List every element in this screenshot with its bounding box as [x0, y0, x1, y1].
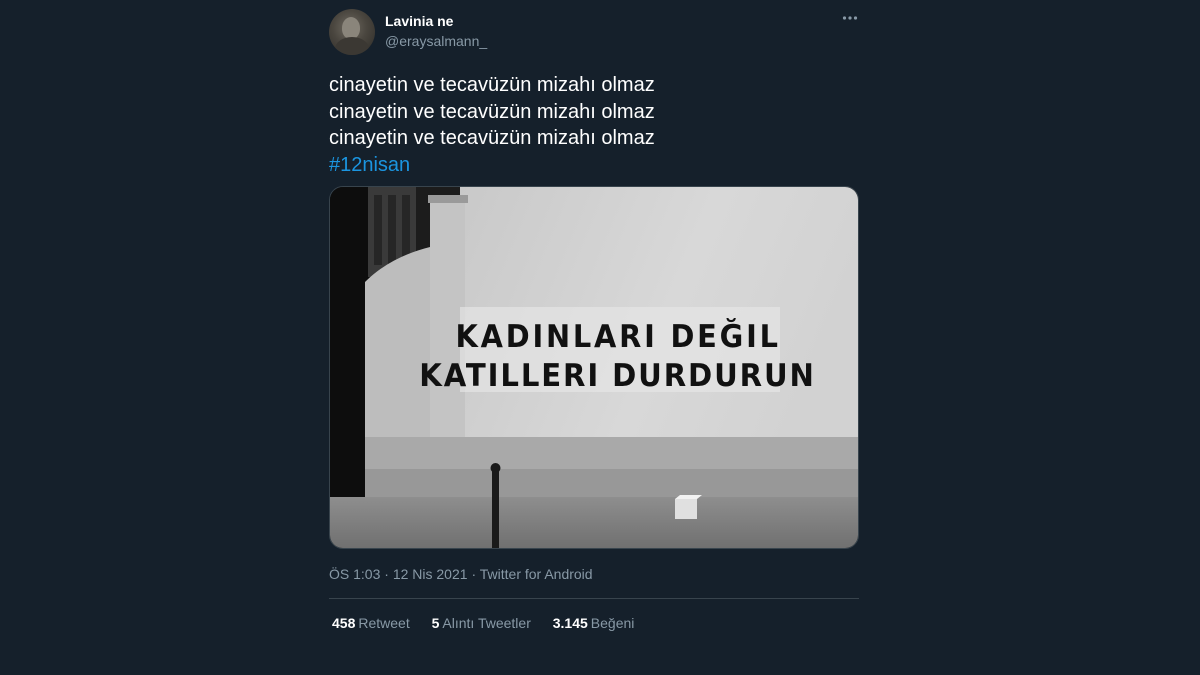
quotes-count: 5: [431, 615, 440, 631]
divider: [329, 598, 859, 599]
wall-graffiti-photo: KADINLARI DEĞIL KATILLERI DURDURUN: [330, 187, 858, 548]
tweet-line: cinayetin ve tecavüzün mizahı olmaz: [329, 127, 655, 149]
tweet-source[interactable]: Twitter for Android: [480, 566, 593, 582]
hashtag-link[interactable]: #12nisan: [329, 154, 410, 176]
meta-separator: ·: [471, 566, 477, 582]
user-handle[interactable]: @eraysalmann_: [385, 33, 487, 49]
likes-stat[interactable]: 3.145 Beğeni: [553, 615, 635, 631]
tweet-metadata: ÖS 1:03 · 12 Nis 2021 · Twitter for Andr…: [329, 566, 593, 582]
tweet-stats: 458 Retweet 5 Alıntı Tweetler 3.145 Beğeni: [332, 615, 652, 631]
wall-text-line2: KATILLERI DURDURUN: [419, 358, 815, 394]
tweet-text: cinayetin ve tecavüzün mizahı olmaz cina…: [329, 72, 859, 178]
wall-text-line1: KADINLARI DEĞIL: [456, 317, 781, 355]
avatar[interactable]: [329, 9, 375, 55]
retweets-count: 458: [332, 615, 356, 631]
quote-tweets-stat[interactable]: 5 Alıntı Tweetler: [432, 615, 531, 631]
avatar-head: [342, 17, 360, 39]
tweet-card: Lavinia ne @eraysalmann_ cinayetin ve te…: [329, 0, 859, 675]
retweets-label: Retweet: [358, 615, 410, 631]
tweet-line: cinayetin ve tecavüzün mizahı olmaz: [329, 74, 655, 96]
tweet-line: cinayetin ve tecavüzün mizahı olmaz: [329, 100, 655, 123]
tweet-date[interactable]: 12 Nis 2021: [393, 566, 468, 582]
likes-count: 3.145: [552, 615, 588, 631]
tweet-time[interactable]: ÖS 1:03: [329, 566, 380, 582]
display-name[interactable]: Lavinia ne: [385, 13, 453, 29]
likes-label: Beğeni: [590, 615, 635, 631]
avatar-shoulders: [335, 37, 369, 55]
more-horizontal-icon: [842, 16, 858, 20]
tweet-photo[interactable]: KADINLARI DEĞIL KATILLERI DURDURUN: [329, 186, 859, 549]
meta-separator: ·: [384, 566, 389, 582]
more-options-button[interactable]: [837, 10, 863, 32]
quotes-label: Alıntı Tweetler: [442, 615, 531, 631]
retweets-stat[interactable]: 458 Retweet: [332, 615, 410, 631]
